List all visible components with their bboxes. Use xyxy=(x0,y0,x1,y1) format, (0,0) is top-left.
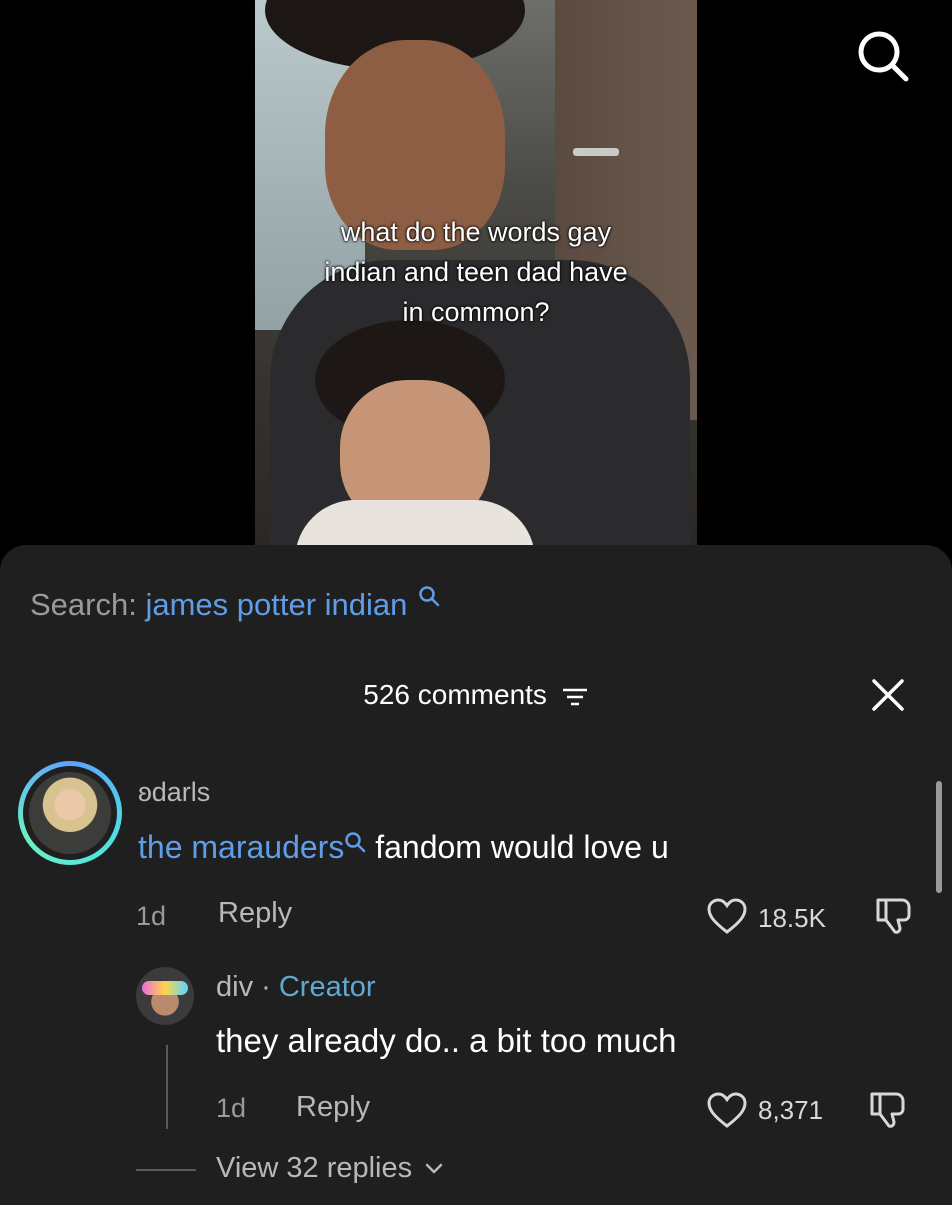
scrollbar[interactable] xyxy=(936,781,942,893)
dislike-icon[interactable] xyxy=(866,1089,908,1129)
comments-sheet: Search: james potter indian 526 comments… xyxy=(0,545,952,1205)
avatar[interactable] xyxy=(18,761,122,865)
like-count: 18.5K xyxy=(758,903,826,933)
reply-button[interactable]: Reply xyxy=(218,897,292,930)
heart-icon[interactable] xyxy=(706,1091,748,1129)
search-suggestion[interactable]: Search: james potter indian xyxy=(30,585,440,625)
chevron-down-icon xyxy=(424,1162,444,1176)
comment-search-link[interactable]: the marauders xyxy=(138,829,344,865)
like-count: 8,371 xyxy=(758,1095,824,1125)
creator-badge: Creator xyxy=(278,971,376,1003)
comment-text-body: fandom would love u xyxy=(366,829,669,865)
close-icon[interactable] xyxy=(870,677,906,713)
reply-timestamp: 1d xyxy=(216,1093,247,1123)
reply-username-row: div · Creator xyxy=(216,971,376,1004)
comments-count: 526 comments xyxy=(363,679,547,710)
video-child-shirt xyxy=(295,500,535,548)
search-icon[interactable] xyxy=(852,26,912,86)
comment-username[interactable]: ʚdarls xyxy=(138,777,210,808)
view-replies-button[interactable]: View 32 replies xyxy=(216,1152,444,1185)
dislike-icon[interactable] xyxy=(872,895,914,935)
reply-button[interactable]: Reply xyxy=(296,1091,370,1124)
search-label: Search: xyxy=(30,587,137,622)
view-replies-divider xyxy=(136,1169,196,1171)
caption-line: what do the words gay xyxy=(340,217,612,247)
caption-line: indian and teen dad have xyxy=(324,257,628,287)
comment-timestamp: 1d xyxy=(136,901,167,931)
search-icon xyxy=(344,831,366,853)
search-icon xyxy=(418,585,440,607)
video-background-handle xyxy=(573,148,619,156)
caption-line: in common? xyxy=(402,297,550,327)
reply-text: they already do.. a bit too much xyxy=(216,1022,677,1059)
separator: · xyxy=(253,971,279,1003)
filter-icon[interactable] xyxy=(561,686,589,708)
thread-line xyxy=(166,1045,168,1129)
view-replies-label: View 32 replies xyxy=(216,1152,413,1184)
reply-username[interactable]: div xyxy=(216,971,253,1003)
avatar[interactable] xyxy=(136,967,194,1025)
comments-count-header: 526 comments xyxy=(0,677,952,713)
avatar-photo xyxy=(29,772,111,854)
comment-text: the marauders fandom would love u xyxy=(138,827,669,867)
search-term-link[interactable]: james potter indian xyxy=(145,587,407,622)
video-player[interactable]: what do the words gay indian and teen da… xyxy=(255,0,697,548)
avatar-glasses xyxy=(142,981,188,995)
video-caption: what do the words gay indian and teen da… xyxy=(255,212,697,332)
heart-icon[interactable] xyxy=(706,897,748,935)
